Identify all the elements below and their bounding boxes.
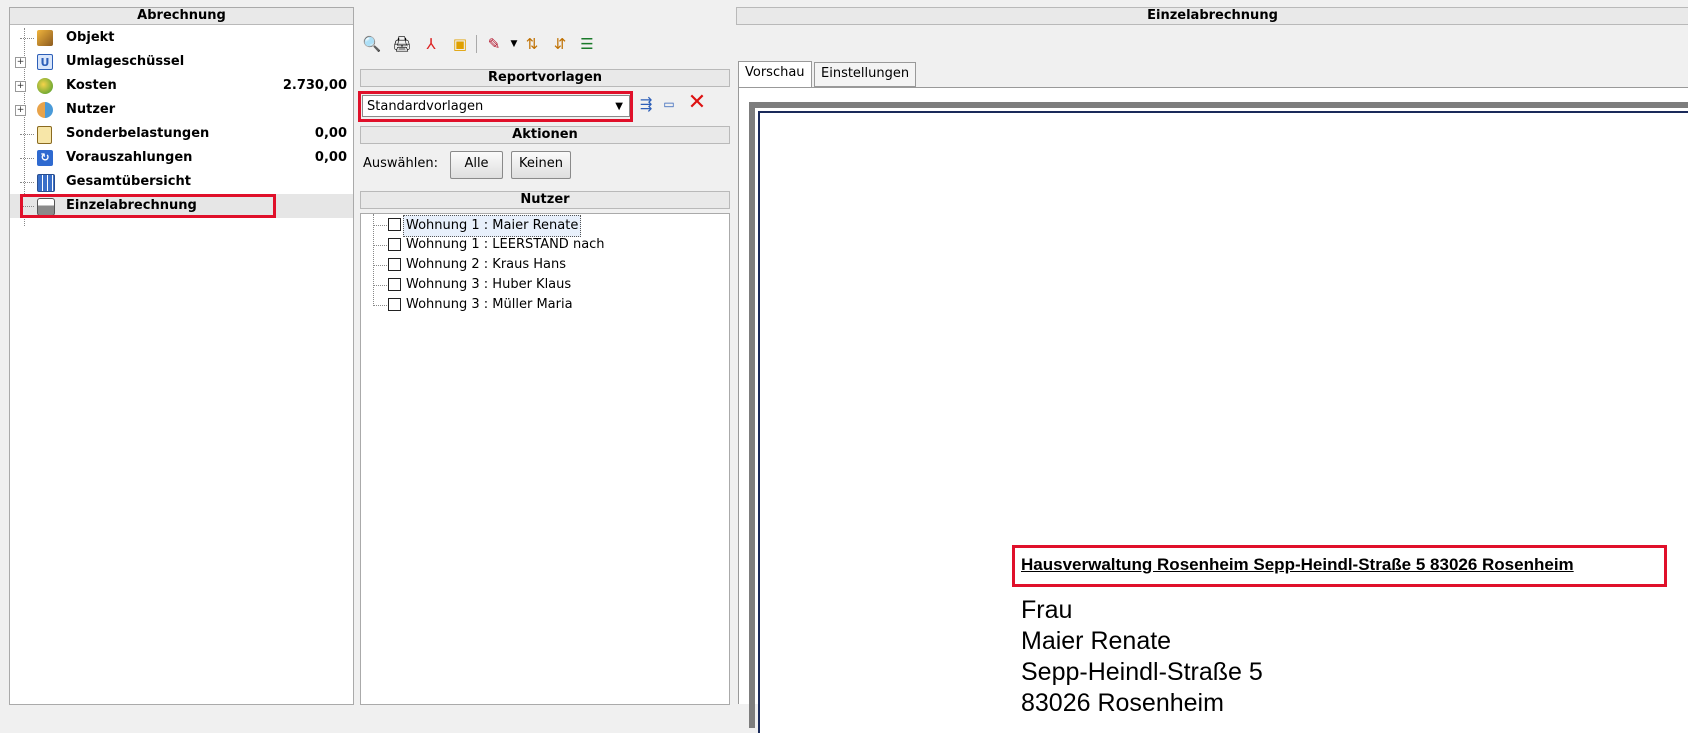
alle-button[interactable]: Alle bbox=[450, 151, 503, 179]
printer-icon[interactable]: 🖨 bbox=[392, 35, 411, 53]
tab-einstellungen[interactable]: Einstellungen bbox=[814, 62, 917, 87]
list-icon[interactable]: ☰ bbox=[578, 35, 596, 53]
checkbox[interactable] bbox=[388, 218, 401, 231]
abrechnung-title: Abrechnung bbox=[10, 8, 353, 25]
dropdown-arrow-icon[interactable]: ▼ bbox=[505, 35, 523, 53]
checkbox[interactable] bbox=[388, 258, 401, 271]
pdf-icon[interactable]: ⅄ bbox=[422, 35, 440, 53]
expand-icon[interactable]: + bbox=[15, 81, 26, 92]
address-line: 83026 Rosenheim bbox=[1021, 689, 1224, 717]
address-line: Frau bbox=[1021, 596, 1073, 624]
tree-item-kosten[interactable]: + Kosten 2.730,00 bbox=[10, 74, 353, 98]
tab-vorschau[interactable]: Vorschau bbox=[738, 61, 812, 88]
printer-icon bbox=[37, 198, 55, 216]
address-line: Sepp-Heindl-Straße 5 bbox=[1021, 658, 1263, 686]
chevron-down-icon: ▼ bbox=[615, 101, 623, 112]
keinen-button[interactable]: Keinen bbox=[511, 151, 571, 179]
users-icon bbox=[37, 102, 53, 118]
auswaehlen-label: Auswählen: bbox=[363, 156, 438, 171]
tree-item-sonderbelastungen[interactable]: Sonderbelastungen 0,00 bbox=[10, 122, 353, 146]
export-icon[interactable]: ▣ bbox=[451, 35, 469, 53]
checkbox[interactable] bbox=[388, 298, 401, 311]
delete-icon[interactable]: ✕ bbox=[688, 90, 706, 115]
tree-item-einzelabrechnung[interactable]: Einzelabrechnung bbox=[10, 194, 353, 218]
tree-item-umlageschluessel[interactable]: + U Umlageschüssel bbox=[10, 50, 353, 74]
sort-descending-icon[interactable]: ⇵ bbox=[551, 35, 569, 53]
toolbar: 🔍 🖨 ⅄ ▣ ✎ ▼ ⇅ ⇵ ☰ bbox=[359, 32, 729, 56]
aktionen-header: Aktionen bbox=[360, 126, 730, 144]
report-page: Hausverwaltung Rosenheim Sepp-Heindl-Str… bbox=[758, 111, 1688, 733]
reportvorlagen-select[interactable]: Standardvorlagen ▼ bbox=[362, 95, 630, 117]
table-icon bbox=[37, 174, 55, 192]
report-preview: Hausverwaltung Rosenheim Sepp-Heindl-Str… bbox=[738, 87, 1688, 733]
expand-icon[interactable]: + bbox=[15, 57, 26, 68]
nutzer-list: Wohnung 1 : Maier Renate Wohnung 1 : LEE… bbox=[360, 213, 730, 705]
edit-icon[interactable]: ✎ bbox=[485, 35, 503, 53]
tree-structure-icon[interactable]: ⇶ bbox=[637, 95, 655, 113]
checkbox[interactable] bbox=[388, 238, 401, 251]
clipboard-icon bbox=[37, 126, 52, 144]
tree-item-nutzer[interactable]: + Nutzer bbox=[10, 98, 353, 122]
checkbox[interactable] bbox=[388, 278, 401, 291]
money-icon bbox=[37, 78, 53, 94]
tree-item-vorauszahlungen[interactable]: ↻ Vorauszahlungen 0,00 bbox=[10, 146, 353, 170]
house-icon bbox=[37, 30, 53, 46]
abrechnung-panel: Abrechnung Objekt + U Umlageschüssel + K… bbox=[9, 7, 354, 705]
sender-line: Hausverwaltung Rosenheim Sepp-Heindl-Str… bbox=[1021, 555, 1574, 574]
einzelabrechnung-panel: Einzelabrechnung Vorschau Einstellungen … bbox=[736, 7, 1688, 733]
reportvorlagen-header: Reportvorlagen bbox=[360, 69, 730, 87]
rename-icon[interactable]: ▭ bbox=[660, 95, 678, 113]
address-line: Maier Renate bbox=[1021, 627, 1172, 655]
preview-icon[interactable]: 🔍 bbox=[363, 35, 382, 53]
tree-item-objekt[interactable]: Objekt bbox=[10, 26, 353, 50]
u-letter-icon: U bbox=[37, 54, 53, 70]
sort-ascending-icon[interactable]: ⇅ bbox=[523, 35, 541, 53]
einzelabrechnung-title: Einzelabrechnung bbox=[736, 7, 1688, 25]
expand-icon[interactable]: + bbox=[15, 105, 26, 116]
middle-panel: 🔍 🖨 ⅄ ▣ ✎ ▼ ⇅ ⇵ ☰ Reportvorlagen Standar… bbox=[358, 7, 730, 705]
tree-item-gesamtuebersicht[interactable]: Gesamtübersicht bbox=[10, 170, 353, 194]
nutzer-header: Nutzer bbox=[360, 191, 730, 209]
refresh-icon: ↻ bbox=[37, 150, 53, 166]
